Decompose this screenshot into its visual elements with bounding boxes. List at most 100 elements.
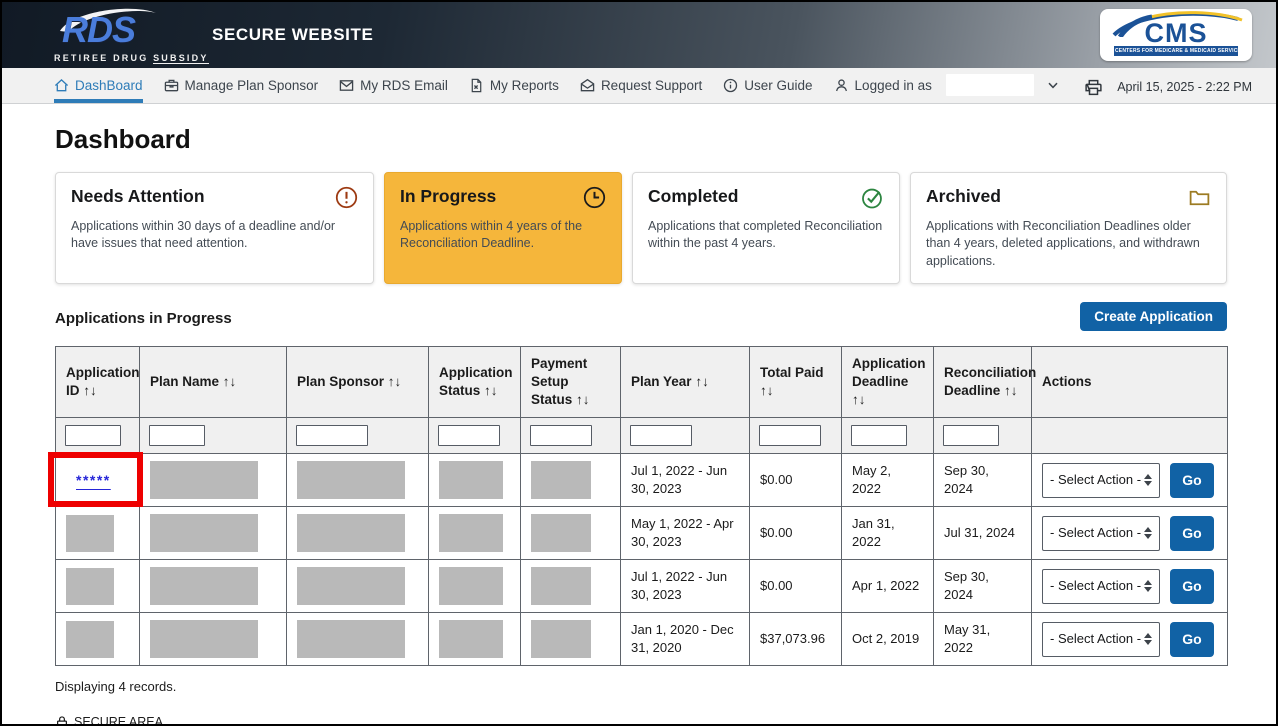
envelope-icon (339, 78, 354, 93)
card-title: Needs Attention (71, 186, 205, 207)
filter-input-application-deadline[interactable] (851, 425, 907, 446)
total-paid-cell: $0.00 (750, 454, 842, 507)
select-action-dropdown[interactable]: - Select Action - (1042, 516, 1160, 551)
filter-cell-actions-empty (1032, 418, 1228, 454)
create-application-button[interactable]: Create Application (1080, 302, 1227, 331)
nav-item-user-guide[interactable]: User Guide (723, 68, 812, 103)
table-header-row: Application ID ↑↓ Plan Name ↑↓ Plan Spon… (56, 346, 1228, 418)
filter-input-application-status[interactable] (438, 425, 500, 446)
card-archived[interactable]: Archived Applications with Reconciliatio… (910, 172, 1227, 284)
sort-icon: ↑↓ (852, 392, 866, 407)
applications-section-header: Applications in Progress Create Applicat… (55, 302, 1227, 331)
support-envelope-icon (580, 78, 595, 93)
sort-icon: ↑↓ (484, 383, 498, 398)
nav-item-label: Manage Plan Sponsor (185, 78, 319, 93)
home-icon (54, 78, 69, 93)
filter-input-payment-setup-status[interactable] (530, 425, 592, 446)
card-title: Archived (926, 186, 1001, 207)
briefcase-icon (164, 78, 179, 93)
secure-area-indicator: SECURE AREA (55, 715, 1227, 726)
column-header-reconciliation-deadline[interactable]: Reconciliation Deadline ↑↓ (934, 346, 1032, 418)
table-row: ***** Jul 1, 2022 - Jun 30, 2023 $0.00 M… (56, 454, 1228, 507)
nav-item-request-support[interactable]: Request Support (580, 68, 702, 103)
nav-utilities: April 15, 2025 - 2:22 PM (1084, 68, 1252, 103)
nav-item-manage-plan-sponsor[interactable]: Manage Plan Sponsor (164, 68, 319, 103)
reconciliation-deadline-cell: Sep 30, 2024 (934, 560, 1032, 613)
select-updown-icon (1144, 580, 1152, 592)
select-action-dropdown[interactable]: - Select Action - (1042, 622, 1160, 657)
nav-item-dashboard[interactable]: DashBoard (54, 68, 143, 103)
rds-logo: RDS Retiree Drug Subsidy (54, 7, 164, 63)
redacted-application-id (66, 568, 114, 605)
total-paid-cell: $0.00 (750, 507, 842, 560)
redacted-payment-setup-status (531, 461, 591, 499)
cms-tagline: CENTERS FOR MEDICARE & MEDICAID SERVICES (1114, 46, 1238, 56)
card-title: Completed (648, 186, 738, 207)
column-header-application-deadline[interactable]: Application Deadline ↑↓ (842, 346, 934, 418)
status-cards: Needs Attention Applications within 30 d… (55, 172, 1227, 284)
select-action-dropdown[interactable]: - Select Action - (1042, 569, 1160, 604)
rds-secure-website-screen: RDS Retiree Drug Subsidy SECURE WEBSITE … (0, 0, 1278, 726)
column-header-application-status[interactable]: Application Status ↑↓ (429, 346, 521, 418)
redacted-plan-sponsor (297, 567, 405, 605)
column-header-plan-name[interactable]: Plan Name ↑↓ (140, 346, 287, 418)
redacted-plan-name (150, 620, 258, 658)
column-header-plan-year[interactable]: Plan Year ↑↓ (621, 346, 750, 418)
select-action-dropdown[interactable]: - Select Action - (1042, 463, 1160, 498)
filter-input-application-id[interactable] (65, 425, 121, 446)
clock-icon (583, 186, 606, 209)
plan-year-cell: Jan 1, 2020 - Dec 31, 2020 (621, 613, 750, 666)
filter-input-plan-sponsor[interactable] (296, 425, 368, 446)
sort-icon: ↑↓ (576, 392, 590, 407)
nav-item-label: DashBoard (75, 78, 143, 93)
redacted-plan-sponsor (297, 514, 405, 552)
main-nav: DashBoard Manage Plan Sponsor My RDS Ema… (2, 68, 1276, 104)
column-header-payment-setup-status[interactable]: Payment Setup Status ↑↓ (521, 346, 621, 418)
cms-arcs-icon (1106, 11, 1246, 37)
total-paid-cell: $0.00 (750, 560, 842, 613)
current-datetime: April 15, 2025 - 2:22 PM (1117, 80, 1252, 94)
report-file-icon (469, 78, 484, 93)
sort-icon: ↑↓ (1004, 383, 1018, 398)
filter-input-plan-year[interactable] (630, 425, 692, 446)
card-description: Applications within 4 years of the Recon… (400, 218, 606, 253)
table-row: Jul 1, 2022 - Jun 30, 2023 $0.00 Apr 1, … (56, 560, 1228, 613)
card-completed[interactable]: Completed Applications that completed Re… (632, 172, 900, 284)
reconciliation-deadline-cell: May 31, 2022 (934, 613, 1032, 666)
sort-icon: ↑↓ (83, 383, 97, 398)
card-needs-attention[interactable]: Needs Attention Applications within 30 d… (55, 172, 374, 284)
filter-input-total-paid[interactable] (759, 425, 821, 446)
nav-item-my-reports[interactable]: My Reports (469, 68, 559, 103)
column-header-total-paid[interactable]: Total Paid ↑↓ (750, 346, 842, 418)
application-deadline-cell: Oct 2, 2019 (842, 613, 934, 666)
filter-input-plan-name[interactable] (149, 425, 205, 446)
sort-icon: ↑↓ (388, 374, 402, 389)
redacted-plan-name (150, 567, 258, 605)
table-row: Jan 1, 2020 - Dec 31, 2020 $37,073.96 Oc… (56, 613, 1228, 666)
rds-logo-text: RDS (62, 9, 135, 51)
check-circle-icon (861, 186, 884, 209)
chevron-down-icon (1048, 82, 1058, 89)
application-id-link[interactable]: ***** (76, 470, 111, 490)
redacted-application-status (439, 514, 503, 552)
print-button[interactable] (1084, 78, 1103, 97)
select-updown-icon (1144, 633, 1152, 645)
card-description: Applications within 30 days of a deadlin… (71, 218, 358, 253)
reconciliation-deadline-cell: Sep 30, 2024 (934, 454, 1032, 507)
redacted-plan-name (150, 514, 258, 552)
column-header-plan-sponsor[interactable]: Plan Sponsor ↑↓ (287, 346, 429, 418)
column-header-application-id[interactable]: Application ID ↑↓ (56, 346, 140, 418)
go-button[interactable]: Go (1170, 569, 1214, 604)
sort-icon: ↑↓ (695, 374, 709, 389)
nav-item-my-rds-email[interactable]: My RDS Email (339, 68, 448, 103)
card-description: Applications that completed Reconciliati… (648, 218, 884, 253)
redacted-application-status (439, 461, 503, 499)
filter-input-reconciliation-deadline[interactable] (943, 425, 999, 446)
go-button[interactable]: Go (1170, 516, 1214, 551)
sort-icon: ↑↓ (223, 374, 237, 389)
application-deadline-cell: May 2, 2022 (842, 454, 934, 507)
go-button[interactable]: Go (1170, 622, 1214, 657)
card-in-progress[interactable]: In Progress Applications within 4 years … (384, 172, 622, 284)
logged-in-user-select[interactable]: Logged in as (834, 68, 1058, 103)
go-button[interactable]: Go (1170, 463, 1214, 498)
